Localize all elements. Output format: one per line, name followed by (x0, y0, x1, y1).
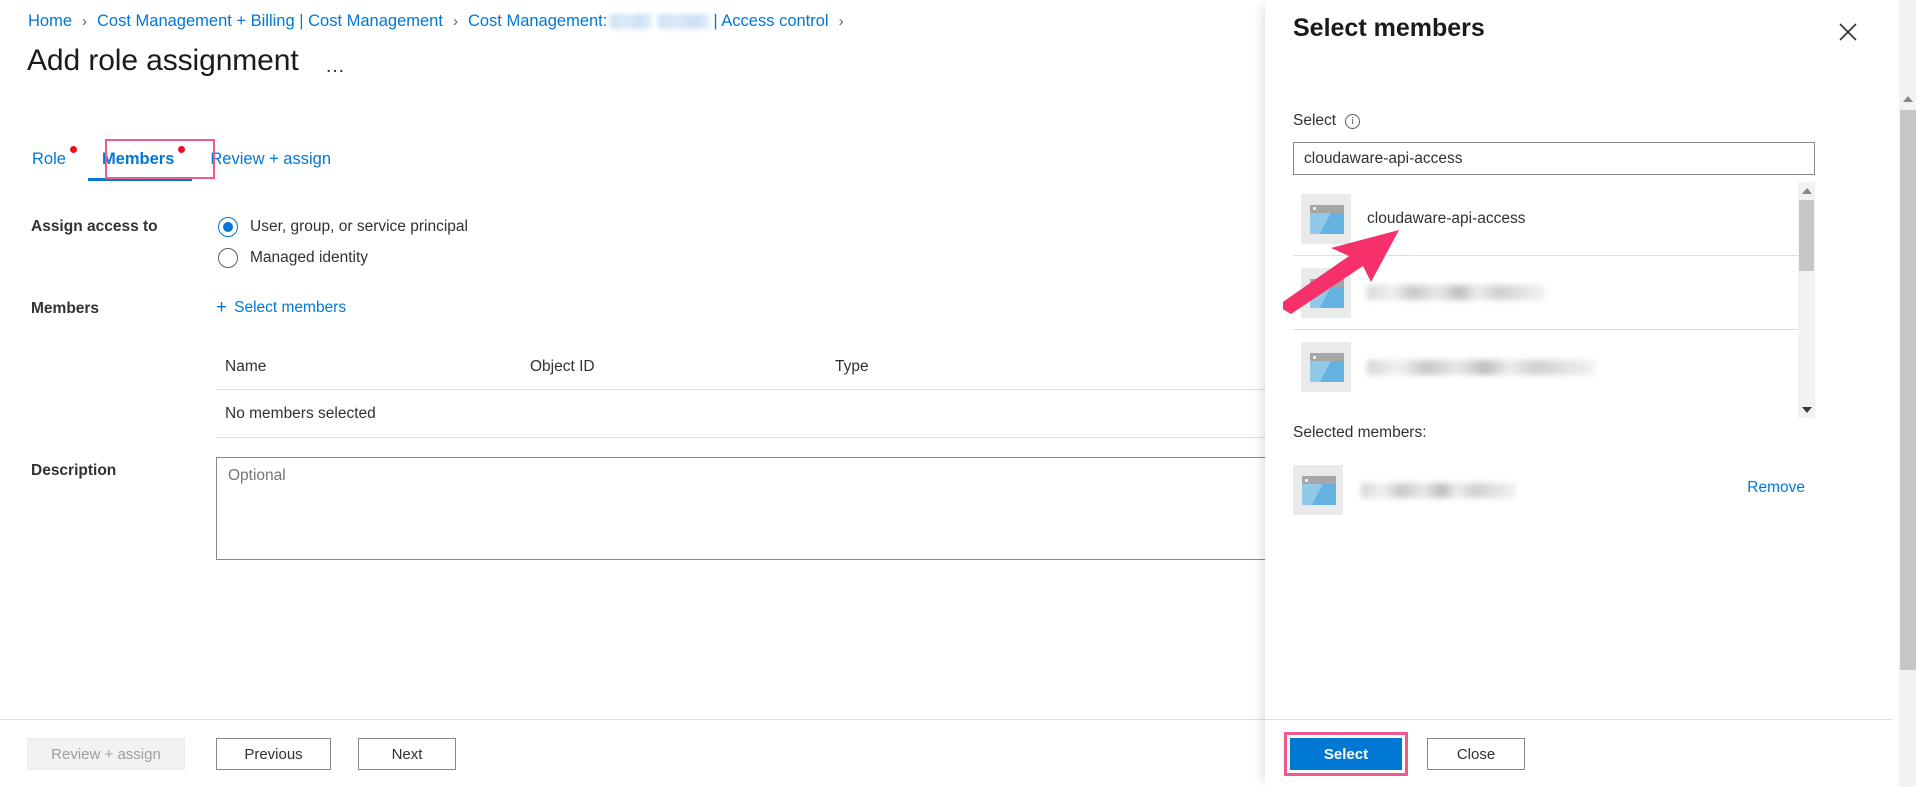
breadcrumb-item-home[interactable]: Home (28, 12, 72, 31)
close-icon[interactable] (1834, 18, 1862, 46)
tab-role[interactable]: Role (28, 142, 70, 179)
breadcrumb-separator: › (82, 13, 87, 30)
redacted-scope-name-2 (658, 14, 710, 29)
review-assign-button[interactable]: Review + assign (27, 738, 185, 770)
previous-button[interactable]: Previous (216, 738, 331, 770)
description-label: Description (31, 462, 116, 480)
breadcrumb-item-cost-management-access-control[interactable]: Cost Management: | Access control (468, 12, 829, 31)
close-button[interactable]: Close (1427, 738, 1525, 770)
column-header-object-id[interactable]: Object ID (530, 358, 835, 376)
page-scrollbar[interactable] (1899, 0, 1916, 787)
redacted-selected-member-label (1361, 483, 1516, 498)
breadcrumb-item-prefix: Cost Management: (468, 12, 607, 31)
selected-member-row: Remove (1293, 457, 1815, 523)
service-principal-icon (1293, 465, 1343, 515)
service-principal-icon (1301, 342, 1351, 392)
list-item[interactable] (1293, 330, 1798, 404)
column-header-name[interactable]: Name (225, 358, 530, 376)
breadcrumb-item-suffix: | Access control (713, 12, 828, 31)
empty-state-text: No members selected (225, 405, 376, 423)
scrollbar-thumb[interactable] (1799, 200, 1814, 271)
pane-command-bar: Select Close (1265, 719, 1892, 787)
members-table-header: Name Object ID Type (216, 358, 1265, 390)
plus-icon: + (216, 298, 227, 317)
list-item[interactable] (1293, 256, 1798, 330)
column-header-type[interactable]: Type (835, 358, 1035, 376)
list-item-label: cloudaware-api-access (1367, 210, 1526, 228)
tab-role-label: Role (32, 150, 66, 168)
scroll-up-icon[interactable] (1798, 182, 1815, 199)
page-scrollbar-thumb[interactable] (1900, 110, 1916, 670)
remove-member-button[interactable]: Remove (1747, 479, 1805, 497)
radio-managed-identity[interactable]: Managed identity (218, 248, 368, 268)
breadcrumb: Home › Cost Management + Billing | Cost … (28, 12, 854, 31)
tab-members-label: Members (102, 150, 174, 168)
tab-review-assign[interactable]: Review + assign (206, 142, 335, 179)
wizard-tabs: Role Members Review + assign (28, 142, 363, 182)
service-principal-icon (1301, 268, 1351, 318)
radio-managed-identity-label: Managed identity (250, 249, 368, 267)
required-dot-icon (70, 146, 77, 153)
next-button[interactable]: Next (358, 738, 456, 770)
members-label: Members (31, 300, 99, 318)
more-options-button[interactable]: … (325, 55, 346, 78)
members-table: Name Object ID Type No members selected (216, 358, 1265, 438)
tab-members[interactable]: Members (98, 142, 178, 179)
radio-button-icon[interactable] (218, 248, 238, 268)
breadcrumb-item-cost-management-billing[interactable]: Cost Management + Billing | Cost Managem… (97, 12, 443, 31)
select-button[interactable]: Select (1290, 738, 1402, 770)
description-input[interactable] (216, 457, 1265, 560)
tab-selected-underline (88, 178, 192, 181)
list-item[interactable]: cloudaware-api-access (1293, 182, 1798, 256)
add-role-assignment-blade: Home › Cost Management + Billing | Cost … (0, 0, 1265, 787)
select-members-pane-title: Select members (1293, 14, 1485, 43)
select-members-button-label: Select members (234, 299, 346, 317)
page-scroll-up-icon[interactable] (1899, 90, 1916, 107)
results-list-scrollbar[interactable] (1798, 182, 1815, 418)
select-members-button[interactable]: + Select members (216, 298, 346, 317)
select-field-label-text: Select (1293, 112, 1336, 130)
service-principal-icon (1301, 194, 1351, 244)
page-title: Add role assignment (27, 44, 299, 78)
redacted-list-item-label (1367, 285, 1545, 300)
search-results-list: cloudaware-api-access (1293, 182, 1815, 418)
search-input[interactable] (1293, 142, 1815, 175)
scroll-down-icon[interactable] (1798, 401, 1815, 418)
required-dot-icon (178, 146, 185, 153)
radio-user-group-service-principal-label: User, group, or service principal (250, 218, 468, 236)
radio-user-group-service-principal[interactable]: User, group, or service principal (218, 217, 468, 237)
breadcrumb-separator: › (839, 13, 844, 30)
select-field-label: Select i (1293, 112, 1360, 130)
info-icon[interactable]: i (1345, 114, 1360, 129)
search-results-scroll-area: cloudaware-api-access (1293, 182, 1798, 418)
tab-review-assign-label: Review + assign (210, 150, 331, 168)
breadcrumb-separator: › (453, 13, 458, 30)
members-table-empty-row: No members selected (216, 390, 1265, 438)
assign-access-to-label: Assign access to (31, 218, 158, 236)
redacted-scope-name (610, 14, 652, 29)
select-members-pane: Select members Select i cloudaware-api-a… (1265, 0, 1892, 787)
redacted-list-item-label (1367, 360, 1595, 375)
radio-button-icon[interactable] (218, 217, 238, 237)
blade-command-bar: Review + assign Previous Next (0, 719, 1265, 787)
selected-members-label: Selected members: (1293, 424, 1427, 442)
